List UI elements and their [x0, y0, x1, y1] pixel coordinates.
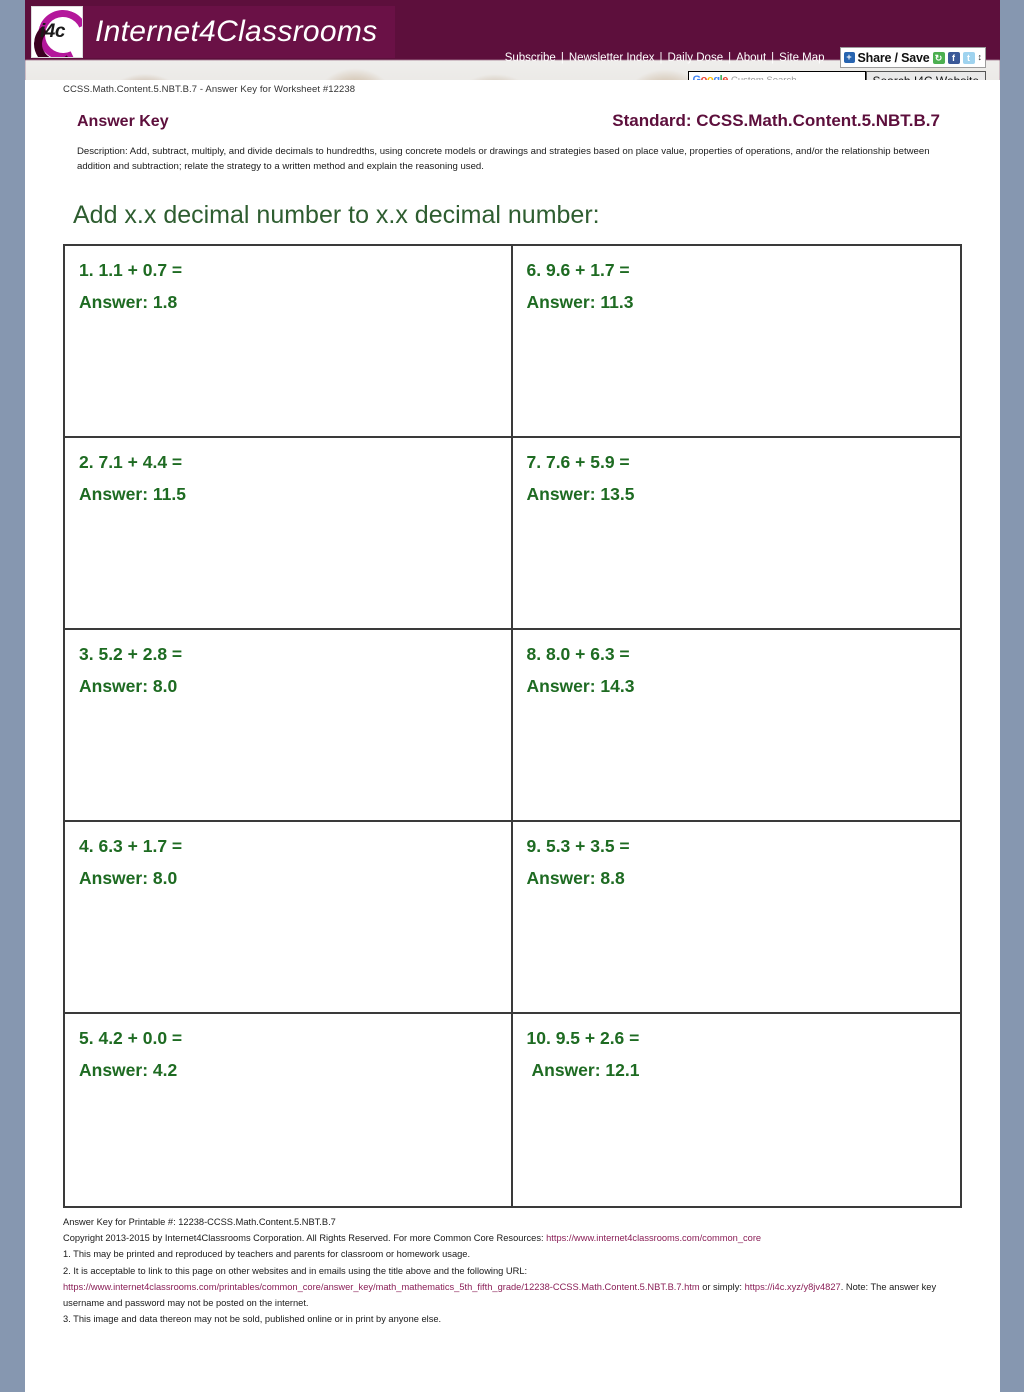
footer-or-simply-text: or simply: — [699, 1281, 745, 1292]
share-green-icon[interactable]: ↻ — [932, 51, 945, 64]
nav-item-about[interactable]: About — [731, 52, 771, 64]
problem-question: 8. 8.0 + 6.3 = — [526, 643, 630, 664]
twitter-icon[interactable]: t — [962, 51, 975, 64]
problem-question: 1. 1.1 + 0.7 = — [79, 259, 183, 280]
search-placeholder: Custom Search — [731, 74, 797, 81]
share-save-widget[interactable]: + Share / Save ↻ f t ↕ — [839, 47, 986, 68]
share-more-arrows-icon[interactable]: ↕ — [978, 53, 983, 62]
problem-question: 6. 9.6 + 1.7 = — [526, 259, 630, 280]
footer-note-3: 3. This image and data thereon may not b… — [63, 1314, 442, 1325]
search-bar: Google Custom Search Search I4C Website — [687, 71, 986, 81]
problem-answer: Answer: 8.8 — [526, 867, 625, 888]
i4c-logo-icon: i4c — [31, 6, 83, 58]
answer-key-header-row: Answer Key Standard: CCSS.Math.Content.5… — [63, 111, 962, 131]
problem-answer: Answer: 12.1 — [531, 1059, 640, 1080]
google-logo-icon: Google — [692, 74, 729, 80]
footer-note-2: 2. It is acceptable to link to this page… — [63, 1265, 528, 1276]
common-core-link[interactable]: https://www.internet4classrooms.com/comm… — [546, 1233, 761, 1243]
answer-key-url-link[interactable]: https://www.internet4classrooms.com/prin… — [63, 1282, 700, 1292]
page-canvas: i4c Internet4Classrooms Subscribe | News… — [25, 0, 1000, 1392]
problem-question: 9. 5.3 + 3.5 = — [526, 835, 630, 856]
nav-item-newsletter-index[interactable]: Newsletter Index — [564, 52, 660, 64]
page-footer: Answer Key for Printable #: 12238-CCSS.M… — [25, 1208, 1000, 1328]
problem-question: 3. 5.2 + 2.8 = — [79, 643, 183, 664]
problem-cell: 10. 9.5 + 2.6 = Answer: 12.1 — [513, 1014, 961, 1206]
problem-answer: Answer: 4.2 — [79, 1059, 178, 1080]
site-logo[interactable]: i4c Internet4Classrooms — [31, 6, 396, 58]
problem-question: 2. 7.1 + 4.4 = — [79, 451, 183, 472]
short-url-link[interactable]: https://i4c.xyz/y8jv4827 — [745, 1282, 841, 1292]
problem-cell: 3. 5.2 + 2.8 = Answer: 8.0 — [65, 629, 513, 822]
footer-printable-line: Answer Key for Printable #: 12238-CCSS.M… — [63, 1216, 336, 1227]
footer-note-1: 1. This may be printed and reproduced by… — [63, 1249, 471, 1260]
problem-answer: Answer: 14.3 — [526, 675, 635, 696]
problem-cell: 9. 5.3 + 3.5 = Answer: 8.8 — [512, 822, 960, 1014]
worksheet-title: Add x.x decimal number to x.x decimal nu… — [73, 200, 600, 229]
problem-question: 4. 6.3 + 1.7 = — [79, 835, 183, 856]
footer-note-2-url-line: https://www.internet4classrooms.com/prin… — [63, 1279, 962, 1312]
problem-grid: 1. 1.1 + 0.7 = Answer: 1.8 6. 9.6 + 1.7 … — [63, 243, 962, 1208]
footer-copyright-line: Copyright 2013-2015 by Internet4Classroo… — [63, 1230, 962, 1246]
problem-answer: Answer: 8.0 — [79, 867, 178, 888]
nav-item-daily-dose[interactable]: Daily Dose — [662, 52, 728, 64]
main-content: CCSS.Math.Content.5.NBT.B.7 - Answer Key… — [25, 80, 1000, 1208]
problem-cell: 7. 7.6 + 5.9 = Answer: 13.5 — [512, 438, 960, 630]
logo-mark-text: i4c — [40, 21, 65, 42]
footer-copyright-text: Copyright 2013-2015 by Internet4Classroo… — [63, 1232, 547, 1243]
problem-question: 5. 4.2 + 0.0 = — [79, 1027, 183, 1048]
standard-label: Standard: CCSS.Math.Content.5.NBT.B.7 — [612, 111, 940, 130]
problem-cell: 4. 6.3 + 1.7 = Answer: 8.0 — [65, 821, 513, 1014]
site-logo-text: Internet4Classrooms — [95, 15, 378, 48]
problem-cell: 8. 8.0 + 6.3 = Answer: 14.3 — [512, 630, 960, 822]
facebook-icon[interactable]: f — [947, 51, 960, 64]
answer-key-label: Answer Key — [77, 113, 169, 130]
nav-item-site-map[interactable]: Site Map — [774, 52, 829, 64]
problem-answer: Answer: 11.5 — [79, 483, 186, 504]
worksheet-reference: CCSS.Math.Content.5.NBT.B.7 - Answer Key… — [63, 84, 356, 95]
problem-cell: 1. 1.1 + 0.7 = Answer: 1.8 — [65, 245, 513, 438]
problem-cell: 5. 4.2 + 0.0 = Answer: 4.2 — [65, 1013, 513, 1206]
problem-answer: Answer: 11.3 — [526, 291, 634, 312]
problem-answer: Answer: 8.0 — [79, 675, 178, 696]
top-navigation: Subscribe | Newsletter Index | Daily Dos… — [500, 47, 986, 68]
problem-cell: 6. 9.6 + 1.7 = Answer: 11.3 — [512, 246, 960, 438]
share-save-label: Share / Save — [857, 50, 930, 65]
site-header: i4c Internet4Classrooms Subscribe | News… — [25, 0, 1000, 80]
search-submit-button[interactable]: Search I4C Website — [865, 71, 986, 80]
problem-question: 10. 9.5 + 2.6 = — [526, 1027, 640, 1048]
problem-question: 7. 7.6 + 5.9 = — [526, 451, 630, 472]
problem-answer: Answer: 1.8 — [79, 291, 178, 312]
search-input[interactable]: Google Custom Search — [687, 71, 866, 81]
standard-description: Description: Add, subtract, multiply, an… — [77, 146, 930, 172]
share-plus-icon: + — [843, 52, 855, 63]
problem-cell: 2. 7.1 + 4.4 = Answer: 11.5 — [65, 437, 513, 630]
problem-answer: Answer: 13.5 — [526, 483, 635, 504]
nav-item-subscribe[interactable]: Subscribe — [500, 52, 561, 64]
